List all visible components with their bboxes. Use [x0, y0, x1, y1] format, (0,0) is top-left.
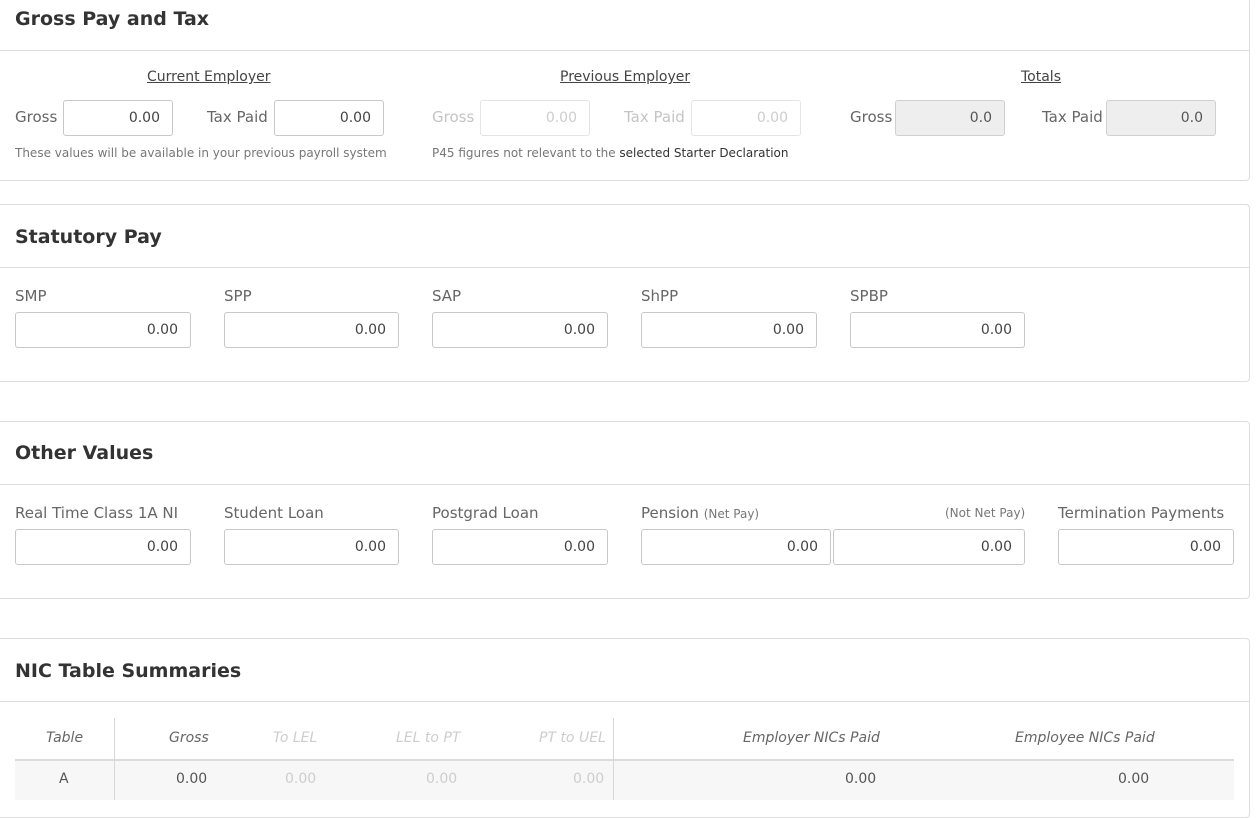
previous-gross-input [480, 100, 590, 136]
cell-employee-nics: 0.00 [1118, 771, 1150, 787]
pension-net-pay-input[interactable] [641, 529, 831, 565]
spbp-input[interactable] [850, 312, 1025, 348]
pension-label: Pension (Net Pay) [641, 504, 759, 522]
cell-pt-to-uel: 0.00 [573, 771, 605, 787]
pension-label-text: Pension [641, 504, 699, 522]
student-loan-input[interactable] [224, 529, 399, 565]
previous-employer-note: P45 figures not relevant to the selected… [432, 146, 789, 160]
cell-employer-nics: 0.00 [845, 771, 877, 787]
current-gross-input[interactable] [63, 100, 173, 136]
cell-gross: 0.00 [176, 771, 208, 787]
shpp-label: ShPP [641, 287, 679, 305]
current-tax-input[interactable] [274, 100, 384, 136]
spbp-label: SPBP [850, 287, 888, 305]
col-header-employee-nics: Employee NICs Paid [1015, 730, 1155, 746]
student-loan-label: Student Loan [224, 504, 324, 522]
nic-table: Table Gross To LEL LEL to PT PT to UEL E… [15, 718, 1234, 800]
gross-pay-tax-panel: Gross Pay and Tax Current Employer Gross… [0, 0, 1250, 181]
col-header-pt-to-uel: PT to UEL [539, 730, 606, 746]
previous-tax-input [691, 100, 801, 136]
gross-pay-tax-title: Gross Pay and Tax [15, 8, 210, 30]
smp-label: SMP [15, 287, 47, 305]
current-gross-label: Gross [15, 108, 58, 126]
previous-gross-label: Gross [432, 108, 475, 126]
current-employer-header: Current Employer [147, 69, 271, 85]
smp-input[interactable] [15, 312, 191, 348]
postgrad-loan-input[interactable] [432, 529, 608, 565]
termination-payments-input[interactable] [1058, 529, 1234, 565]
pension-not-net-pay-label: (Not Net Pay) [945, 506, 1026, 520]
sap-input[interactable] [432, 312, 608, 348]
totals-tax-label: Tax Paid [1042, 108, 1103, 126]
divider [0, 701, 1249, 702]
other-values-title: Other Values [15, 442, 154, 464]
totals-header: Totals [1021, 69, 1061, 85]
cell-lel-to-pt: 0.00 [426, 771, 458, 787]
col-header-to-lel: To LEL [273, 730, 318, 746]
col-header-employer-nics: Employer NICs Paid [743, 730, 880, 746]
other-values-panel: Other Values Real Time Class 1A NI Stude… [0, 421, 1250, 599]
previous-employer-header: Previous Employer [560, 69, 691, 85]
totals-gross-label: Gross [850, 108, 893, 126]
real-time-input[interactable] [15, 529, 191, 565]
real-time-label: Real Time Class 1A NI [15, 504, 179, 522]
spp-label: SPP [224, 287, 252, 305]
divider [0, 267, 1249, 268]
previous-note-prefix: P45 figures not relevant to the [432, 146, 620, 160]
statutory-pay-panel: Statutory Pay SMP SPP SAP ShPP SPBP [0, 204, 1250, 382]
col-header-lel-to-pt: LEL to PT [396, 730, 461, 746]
postgrad-loan-label: Postgrad Loan [432, 504, 539, 522]
totals-gross-input [895, 100, 1005, 136]
current-employer-note: These values will be available in your p… [15, 146, 387, 160]
pension-net-pay-label: (Net Pay) [703, 507, 760, 521]
column-divider [114, 718, 115, 800]
pension-not-net-pay-input[interactable] [833, 529, 1025, 565]
col-header-gross: Gross [169, 730, 209, 746]
previous-note-suffix: selected Starter Declaration [619, 146, 789, 160]
column-divider [613, 718, 614, 800]
previous-tax-label: Tax Paid [624, 108, 685, 126]
nic-summaries-title: NIC Table Summaries [15, 660, 242, 682]
shpp-input[interactable] [641, 312, 817, 348]
current-tax-label: Tax Paid [207, 108, 268, 126]
statutory-pay-title: Statutory Pay [15, 226, 162, 248]
spp-input[interactable] [224, 312, 399, 348]
termination-payments-label: Termination Payments [1058, 504, 1225, 522]
cell-to-lel: 0.00 [285, 771, 317, 787]
divider [0, 50, 1249, 51]
divider [0, 484, 1249, 485]
sap-label: SAP [432, 287, 462, 305]
totals-tax-input [1106, 100, 1216, 136]
col-header-table: Table [46, 730, 84, 746]
cell-table: A [59, 771, 69, 787]
